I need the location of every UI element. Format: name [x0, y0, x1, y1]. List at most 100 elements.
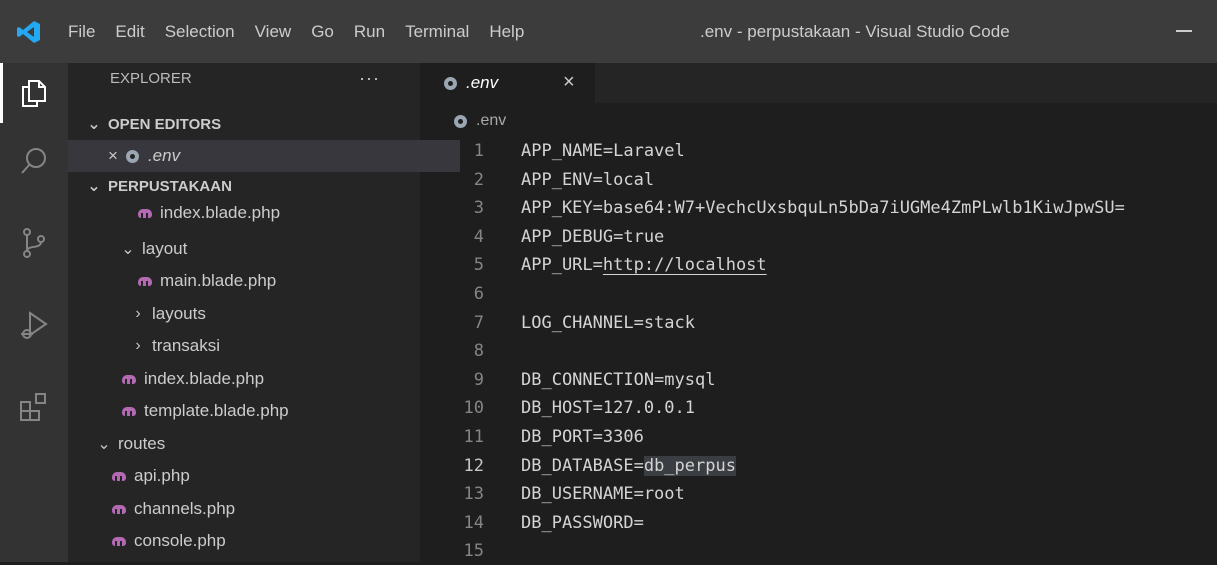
tree-item-label: template.blade.php	[144, 401, 289, 420]
line-text: DB_DATABASE=db_perpus	[521, 452, 736, 480]
tree-file-item[interactable]: console.php	[68, 525, 420, 557]
project-section[interactable]: ⌄ PERPUSTAKAAN	[68, 172, 438, 200]
line-text: DB_HOST=127.0.0.1	[521, 394, 695, 422]
project-label: PERPUSTAKAAN	[108, 177, 232, 195]
line-content: APP_ENV=local	[521, 169, 655, 190]
tree-file-item[interactable]: channels.php	[68, 493, 420, 525]
line-number: 7	[473, 312, 484, 333]
line-text: APP_ENV=local	[521, 166, 654, 194]
tree-file-item[interactable]: main.blade.php	[68, 265, 420, 297]
code-line: 7 LOG_CHANNEL=stack	[420, 309, 1217, 337]
code-line: 11 DB_PORT=3306	[420, 423, 1217, 451]
code-line: 13 DB_USERNAME=root	[420, 480, 1217, 508]
php-elephant-icon	[122, 406, 136, 416]
php-elephant-icon	[112, 504, 126, 514]
menu-bar: File Edit Selection View Go Run Terminal Help	[58, 0, 534, 63]
line-text: APP_DEBUG=true	[521, 223, 664, 251]
window-title: .env - perpustakaan - Visual Studio Code	[700, 22, 1010, 41]
menu-file[interactable]: File	[58, 0, 105, 63]
line-text: DB_PORT=3306	[521, 423, 644, 451]
tree-item-label: api.php	[134, 466, 190, 485]
close-icon[interactable]: ×	[108, 146, 118, 166]
line-content: DB_PORT=3306	[521, 427, 644, 447]
tree-item-label: routes	[118, 433, 166, 453]
close-icon[interactable]: ×	[563, 71, 575, 94]
php-elephant-icon	[112, 471, 126, 481]
menu-edit[interactable]: Edit	[105, 0, 154, 63]
line-content: DB_PASSWORD=	[521, 512, 644, 533]
open-editors-label: OPEN EDITORS	[108, 115, 222, 133]
code-line: 4 APP_DEBUG=true	[420, 223, 1217, 251]
explorer-icon[interactable]	[0, 63, 68, 123]
line-content: APP_NAME=Laravel	[521, 141, 685, 161]
line-number: 8	[473, 341, 484, 362]
menu-view[interactable]: View	[245, 0, 302, 63]
line-number: 2	[473, 169, 484, 190]
tree-file-item[interactable]: api.php	[68, 460, 420, 492]
code-editor[interactable]: 1 APP_NAME=Laravel 2 APP_ENV=local 3 APP_KEY=…	[420, 137, 1217, 562]
line-text: APP_NAME=Laravel	[521, 137, 685, 165]
line-text: DB_USERNAME=root	[521, 480, 685, 508]
more-actions-icon[interactable]: ···	[359, 68, 380, 89]
tree-file-item[interactable]: index.blade.php	[68, 363, 420, 395]
extensions-icon[interactable]	[0, 377, 68, 437]
menu-go[interactable]: Go	[301, 0, 344, 63]
tree-folder-item[interactable]: › transaksi	[68, 330, 420, 362]
menu-run[interactable]: Run	[344, 0, 395, 63]
line-content: DB_CONNECTION=mysql	[521, 369, 716, 390]
menu-help[interactable]: Help	[479, 0, 534, 63]
url-link[interactable]: http://localhost	[603, 255, 767, 275]
title-bar: File Edit Selection View Go Run Terminal Help .…	[0, 0, 1217, 63]
settings-file-icon	[125, 149, 139, 163]
chevron-right-icon: ›	[135, 304, 141, 322]
tree-file-item[interactable]: template.blade.php	[68, 395, 420, 427]
code-line: 3 APP_KEY=base64:W7+VechcUxsbquLn5bDa7iUG…	[420, 194, 1217, 222]
line-number: 13	[463, 484, 484, 505]
code-line: 2 APP_ENV=local	[420, 166, 1217, 194]
open-editor-item[interactable]: × .env	[68, 140, 460, 172]
tab-label: .env	[466, 73, 499, 92]
tree-item-label: channels.php	[134, 498, 236, 518]
code-line: 14 DB_PASSWORD=	[420, 509, 1217, 537]
vscode-logo-icon[interactable]	[0, 0, 58, 63]
code-line: 12 DB_DATABASE=db_perpus	[420, 452, 1217, 480]
tree-item-label: main.blade.php	[160, 271, 277, 290]
open-editors-section[interactable]: ⌄ OPEN EDITORS	[68, 108, 438, 140]
line-content: LOG_CHANNEL=stack	[521, 312, 695, 333]
line-content: APP_URL=	[521, 255, 603, 276]
line-number: 3	[473, 198, 484, 219]
active-indicator	[0, 63, 3, 123]
tree-item-label: layouts	[152, 303, 206, 323]
chevron-down-icon: ⌄	[121, 240, 135, 258]
code-line: 8	[420, 337, 1217, 365]
line-number: 15	[463, 541, 484, 562]
chevron-down-icon: ⌄	[87, 178, 101, 195]
line-text: LOG_CHANNEL=stack	[521, 309, 695, 337]
php-elephant-icon	[112, 536, 126, 546]
source-control-icon[interactable]	[0, 213, 68, 273]
tree-folder-item[interactable]: › layouts	[68, 298, 420, 330]
minimize-icon[interactable]	[1176, 30, 1192, 32]
breadcrumb[interactable]: .env	[420, 107, 506, 135]
tree-file-item[interactable]: index.blade.php	[68, 200, 420, 226]
settings-file-icon	[454, 114, 467, 128]
menu-selection[interactable]: Selection	[155, 0, 245, 63]
explorer-sidebar: EXPLORER ··· ⌄ OPEN EDITORS × .env ⌄ PER…	[68, 63, 460, 562]
line-content: DB_HOST=127.0.0.1	[521, 398, 695, 419]
line-text: APP_URL=http://localhost	[521, 251, 767, 279]
tree-folder-item[interactable]: ⌄ routes	[68, 428, 420, 460]
line-text: DB_CONNECTION=mysql	[521, 366, 715, 394]
line-number: 14	[463, 512, 484, 533]
line-number: 12	[463, 455, 484, 476]
menu-terminal[interactable]: Terminal	[395, 0, 479, 63]
tree-item-label: transaksi	[152, 336, 221, 355]
tree-folder-item[interactable]: ⌄ layout	[68, 233, 420, 265]
settings-file-icon	[444, 76, 457, 90]
tree-item-label: console.php	[134, 531, 226, 550]
tab-env[interactable]: .env ×	[420, 63, 595, 103]
explorer-title: EXPLORER	[110, 69, 192, 87]
line-number: 9	[473, 369, 484, 390]
search-icon[interactable]	[0, 131, 68, 191]
run-debug-icon[interactable]	[0, 295, 68, 355]
php-elephant-icon	[138, 276, 152, 286]
